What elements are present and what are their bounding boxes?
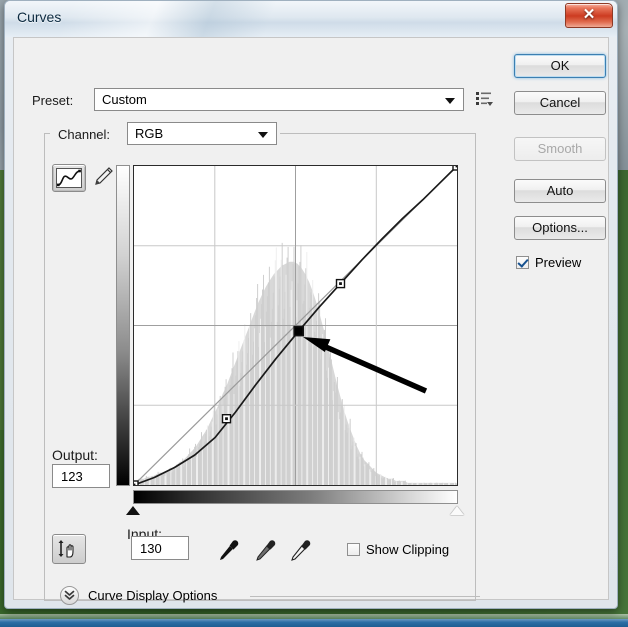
- eyedropper-gray-point-icon[interactable]: [254, 538, 278, 564]
- close-glyph: ✕: [582, 6, 596, 23]
- curves-graph[interactable]: [133, 165, 458, 486]
- output-value: 123: [61, 469, 83, 484]
- taskbar[interactable]: [0, 619, 628, 627]
- title-bar[interactable]: [5, 1, 617, 37]
- preset-value: Custom: [102, 92, 147, 107]
- channel-value: RGB: [135, 126, 164, 141]
- chevron-double-down-icon[interactable]: [60, 586, 79, 605]
- curves-dialog: Curves ✕ Preset: Custom Channel: RGB Out…: [4, 0, 618, 609]
- preset-menu-icon[interactable]: [476, 91, 494, 107]
- preview-label: Preview: [535, 255, 582, 270]
- show-clipping-checkbox[interactable]: Show Clipping: [347, 542, 449, 557]
- ok-button[interactable]: OK: [514, 54, 606, 78]
- curve-display-options-row[interactable]: Curve Display Options: [60, 586, 480, 608]
- eyedropper-white-point-icon[interactable]: [289, 538, 313, 564]
- preset-label: Preset:: [32, 93, 74, 108]
- black-point-slider[interactable]: [126, 506, 140, 515]
- input-gradient-bar: [133, 490, 458, 504]
- checkbox-box: [516, 256, 529, 269]
- preset-select[interactable]: Custom: [94, 88, 464, 111]
- channel-select[interactable]: RGB: [127, 122, 277, 145]
- chevron-down-icon: [445, 98, 455, 104]
- targeted-adjustment-icon[interactable]: [52, 534, 86, 564]
- divider: [250, 596, 480, 597]
- curve-display-options-label: Curve Display Options: [88, 588, 218, 603]
- options-button[interactable]: Options...: [514, 216, 606, 240]
- window-title: Curves: [17, 9, 62, 25]
- eyedropper-black-point-icon[interactable]: [217, 538, 241, 564]
- chevron-down-icon: [258, 132, 268, 138]
- output-field[interactable]: 123: [52, 464, 110, 488]
- output-label: Output:: [52, 447, 98, 463]
- auto-button[interactable]: Auto: [514, 179, 606, 203]
- output-gradient-bar: [116, 165, 130, 486]
- channel-label: Channel:: [58, 127, 111, 142]
- white-point-slider[interactable]: [450, 506, 464, 515]
- curve-tool-icon[interactable]: [52, 164, 86, 192]
- input-field[interactable]: 130: [131, 536, 189, 560]
- input-value: 130: [140, 541, 162, 556]
- show-clipping-label: Show Clipping: [366, 542, 450, 557]
- checkbox-box: [347, 543, 360, 556]
- pencil-tool-icon[interactable]: [92, 166, 114, 190]
- smooth-button: Smooth: [514, 137, 606, 161]
- preview-checkbox[interactable]: Preview: [516, 255, 581, 270]
- close-icon[interactable]: ✕: [565, 3, 613, 28]
- cancel-button[interactable]: Cancel: [514, 91, 606, 115]
- dialog-body: Preset: Custom Channel: RGB Output: 123 …: [13, 37, 609, 605]
